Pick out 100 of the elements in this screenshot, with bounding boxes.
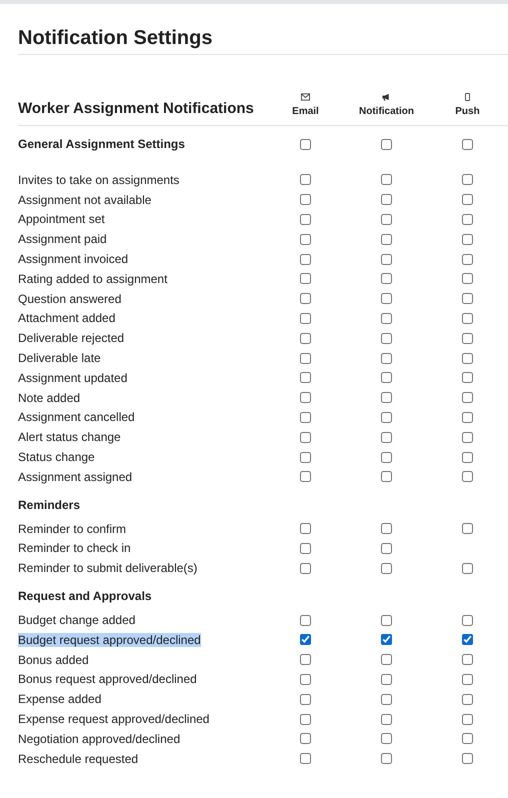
checkbox[interactable] xyxy=(300,753,311,764)
checkbox[interactable] xyxy=(300,634,311,646)
setting-label: Assignment assigned xyxy=(18,470,132,484)
setting-label: Assignment invoiced xyxy=(18,252,128,266)
column-header: Notification xyxy=(359,106,414,117)
envelope-icon xyxy=(301,93,310,101)
checkbox[interactable] xyxy=(300,614,311,626)
checkbox[interactable] xyxy=(462,733,473,744)
checkbox[interactable] xyxy=(300,714,311,725)
checkbox[interactable] xyxy=(381,562,392,574)
checkbox[interactable] xyxy=(300,273,311,284)
checkbox[interactable] xyxy=(462,432,473,443)
checkbox[interactable] xyxy=(462,452,473,463)
checkbox[interactable] xyxy=(462,614,473,626)
checkbox[interactable] xyxy=(300,542,311,554)
checkbox[interactable] xyxy=(462,138,473,150)
checkbox[interactable] xyxy=(381,452,392,463)
checkbox[interactable] xyxy=(300,234,311,245)
checkbox[interactable] xyxy=(381,138,392,150)
checkbox[interactable] xyxy=(381,471,392,482)
checkbox[interactable] xyxy=(381,234,392,245)
checkbox[interactable] xyxy=(300,523,311,534)
checkbox[interactable] xyxy=(300,654,311,666)
checkbox[interactable] xyxy=(300,194,311,206)
checkbox[interactable] xyxy=(381,332,392,344)
setting-label: Expense added xyxy=(18,692,102,706)
checkbox[interactable] xyxy=(381,194,392,206)
checkbox[interactable] xyxy=(462,674,473,685)
checkbox[interactable] xyxy=(300,452,311,463)
checkbox[interactable] xyxy=(300,674,311,685)
checkbox[interactable] xyxy=(300,471,311,482)
checkbox[interactable] xyxy=(381,432,392,443)
checkbox[interactable] xyxy=(300,332,311,344)
checkbox[interactable] xyxy=(462,392,473,404)
setting-label: Note added xyxy=(18,390,80,405)
checkbox[interactable] xyxy=(462,372,473,384)
setting-label: Deliverable late xyxy=(18,351,101,366)
checkbox[interactable] xyxy=(381,753,392,764)
checkbox[interactable] xyxy=(300,372,311,384)
checkbox[interactable] xyxy=(381,634,392,646)
setting-label: Reminder to check in xyxy=(18,541,131,556)
checkbox[interactable] xyxy=(462,352,473,364)
checkbox[interactable] xyxy=(381,352,392,364)
checkbox[interactable] xyxy=(381,273,392,284)
checkbox[interactable] xyxy=(462,254,473,265)
checkbox[interactable] xyxy=(381,372,392,384)
checkbox[interactable] xyxy=(381,733,392,744)
checkbox[interactable] xyxy=(381,174,392,186)
column-header: Email xyxy=(292,106,319,117)
checkbox[interactable] xyxy=(462,214,473,225)
checkbox[interactable] xyxy=(300,312,311,324)
checkbox[interactable] xyxy=(462,471,473,482)
checkbox[interactable] xyxy=(300,293,311,304)
checkbox[interactable] xyxy=(462,412,473,423)
checkbox[interactable] xyxy=(300,392,311,404)
checkbox[interactable] xyxy=(381,654,392,666)
checkbox[interactable] xyxy=(462,694,473,705)
checkbox[interactable] xyxy=(300,174,311,186)
checkbox[interactable] xyxy=(462,654,473,666)
checkbox[interactable] xyxy=(381,392,392,404)
checkbox[interactable] xyxy=(300,694,311,705)
checkbox[interactable] xyxy=(381,523,392,534)
checkbox[interactable] xyxy=(462,312,473,324)
setting-label: Deliverable rejected xyxy=(18,331,124,346)
checkbox[interactable] xyxy=(462,562,473,574)
checkbox[interactable] xyxy=(300,214,311,225)
setting-label: Budget request approved/declined xyxy=(18,632,201,647)
checkbox[interactable] xyxy=(300,254,311,265)
checkbox[interactable] xyxy=(381,714,392,725)
checkbox[interactable] xyxy=(462,634,473,646)
checkbox[interactable] xyxy=(462,293,473,304)
checkbox[interactable] xyxy=(300,733,311,744)
page-title: Notification Settings xyxy=(18,4,508,55)
checkbox[interactable] xyxy=(300,412,311,423)
checkbox[interactable] xyxy=(300,432,311,443)
checkbox[interactable] xyxy=(462,523,473,534)
checkbox[interactable] xyxy=(462,273,473,284)
setting-label: Appointment set xyxy=(18,212,105,226)
setting-label: Status change xyxy=(18,450,95,464)
checkbox[interactable] xyxy=(381,694,392,705)
checkbox[interactable] xyxy=(462,234,473,245)
checkbox[interactable] xyxy=(462,714,473,725)
checkbox[interactable] xyxy=(381,542,392,554)
checkbox[interactable] xyxy=(462,332,473,344)
checkbox[interactable] xyxy=(381,254,392,265)
checkbox[interactable] xyxy=(381,312,392,324)
checkbox[interactable] xyxy=(381,214,392,225)
checkbox[interactable] xyxy=(381,412,392,423)
setting-label: Bonus added xyxy=(18,652,89,667)
checkbox[interactable] xyxy=(462,753,473,764)
checkbox[interactable] xyxy=(300,138,311,150)
checkbox[interactable] xyxy=(300,562,311,574)
checkbox[interactable] xyxy=(300,352,311,364)
column-header: Push xyxy=(455,106,480,117)
checkbox[interactable] xyxy=(381,293,392,304)
checkbox[interactable] xyxy=(462,174,473,186)
setting-label: Assignment updated xyxy=(18,370,128,385)
checkbox[interactable] xyxy=(462,194,473,206)
checkbox[interactable] xyxy=(381,674,392,685)
checkbox[interactable] xyxy=(381,614,392,626)
